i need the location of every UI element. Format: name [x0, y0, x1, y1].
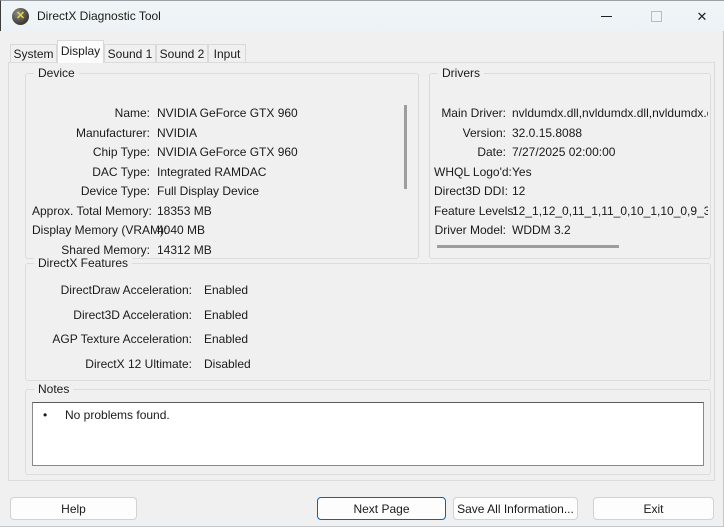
device-row: Chip Type: NVIDIA GeForce GTX 960: [32, 143, 414, 163]
device-row: Manufacturer: NVIDIA: [32, 124, 414, 144]
device-fields: Name: NVIDIA GeForce GTX 960 Manufacturer…: [32, 104, 414, 260]
device-group: Device Name:NVIDIA GeForce GTX 960 Manuf…: [25, 73, 419, 259]
device-row: Name: NVIDIA GeForce GTX 960: [32, 104, 414, 124]
notes-group: Notes • No problems found.: [25, 389, 711, 475]
field-value: 14312 MB: [157, 241, 212, 261]
field-value: Integrated RAMDAC: [157, 163, 266, 183]
features-row: DirectX 12 Ultimate: Disabled: [32, 352, 704, 377]
features-fields: DirectDraw Acceleration: Enabled Direct3D…: [32, 278, 704, 376]
field-value: WDDM 3.2: [512, 221, 708, 241]
field-value: NVIDIA GeForce GTX 960: [157, 104, 298, 124]
field-label: Name:: [32, 104, 150, 124]
tab-sound-2[interactable]: Sound 2: [156, 44, 208, 62]
field-value: nvldumdx.dll,nvldumdx.dll,nvldumdx.d: [512, 104, 708, 124]
device-group-title: Device: [34, 66, 79, 80]
field-value: Disabled: [204, 352, 251, 377]
exit-button[interactable]: Exit: [593, 497, 714, 520]
device-row: Display Memory (VRAM): 4040 MB: [32, 221, 414, 241]
field-value: Yes: [512, 163, 708, 183]
field-label: Display Memory (VRAM):: [32, 221, 150, 241]
drivers-row: Feature Levels: 12_1,12_0,11_1,11_0,10_1,…: [434, 202, 708, 222]
drivers-group-title: Drivers: [438, 66, 484, 80]
field-value: Enabled: [204, 278, 248, 303]
field-label: Device Type:: [32, 182, 150, 202]
tab-system[interactable]: System: [10, 44, 57, 62]
tab-bar: System Display Sound 1 Sound 2 Input: [0, 40, 724, 63]
drivers-row: Date: 7/27/2025 02:00:00: [434, 143, 708, 163]
field-label: AGP Texture Acceleration:: [32, 327, 192, 352]
dxdiag-window: { "window": { "title": "DirectX Diagnost…: [0, 0, 724, 527]
drivers-row: WHQL Logo'd: Yes: [434, 163, 708, 183]
drivers-row: Version: 32.0.15.8088: [434, 124, 708, 144]
notes-group-title: Notes: [34, 382, 73, 396]
field-label: Driver Model:: [434, 221, 506, 241]
device-row: Device Type: Full Display Device: [32, 182, 414, 202]
drivers-horizontal-scrollbar-thumb[interactable]: [437, 245, 619, 248]
help-button[interactable]: Help: [10, 497, 137, 520]
tab-input[interactable]: Input: [208, 44, 246, 62]
drivers-group: Drivers Main Driver:nvldumdx.dll,nvldumd…: [429, 73, 711, 259]
field-value: 4040 MB: [157, 221, 205, 241]
field-label: DAC Type:: [32, 163, 150, 183]
field-label: Main Driver:: [434, 104, 506, 124]
minimize-button[interactable]: [584, 1, 628, 32]
features-row: DirectDraw Acceleration: Enabled: [32, 278, 704, 303]
note-text: No problems found.: [65, 407, 170, 423]
display-tab-panel: Device Name: NVIDIA GeForce GTX 960 Manuf…: [8, 62, 715, 481]
tab-sound-1[interactable]: Sound 1: [104, 44, 156, 62]
field-value: NVIDIA: [157, 124, 197, 144]
field-value: Enabled: [204, 327, 248, 352]
field-label: Manufacturer:: [32, 124, 150, 144]
field-value: 12_1,12_0,11_1,11_0,10_1,10_0,9_3: [512, 202, 708, 222]
directx-features-group: DirectX Features DirectDraw Acceleration…: [25, 263, 711, 381]
close-button[interactable]: ✕: [680, 1, 724, 32]
notes-textbox: • No problems found.: [32, 402, 704, 466]
field-label: Chip Type:: [32, 143, 150, 163]
drivers-row: Main Driver: nvldumdx.dll,nvldumdx.dll,nv…: [434, 104, 708, 124]
field-value: 7/27/2025 02:00:00: [512, 143, 708, 163]
bullet-icon: •: [43, 407, 47, 423]
field-value: Full Display Device: [157, 182, 259, 202]
tab-display[interactable]: Display: [57, 40, 104, 63]
features-group-title: DirectX Features: [34, 256, 132, 270]
device-row: DAC Type: Integrated RAMDAC: [32, 163, 414, 183]
drivers-row: Direct3D DDI: 12: [434, 182, 708, 202]
maximize-icon: [651, 11, 662, 22]
field-value: 18353 MB: [157, 202, 212, 222]
minimize-icon: [601, 16, 612, 17]
field-label: Direct3D DDI:: [434, 182, 506, 202]
features-row: AGP Texture Acceleration: Enabled: [32, 327, 704, 352]
maximize-button[interactable]: [634, 1, 678, 32]
device-vertical-scrollbar-thumb[interactable]: [404, 105, 407, 189]
drivers-fields: Main Driver: nvldumdx.dll,nvldumdx.dll,nv…: [434, 104, 708, 241]
save-all-information-button[interactable]: Save All Information...: [453, 497, 578, 520]
field-label: DirectX 12 Ultimate:: [32, 352, 192, 377]
directx-x-glyph: ✕: [16, 11, 25, 22]
drivers-row: Driver Model: WDDM 3.2: [434, 221, 708, 241]
titlebar: ✕ DirectX Diagnostic Tool ✕: [0, 0, 724, 31]
field-value: 32.0.15.8088: [512, 124, 708, 144]
field-label: Date:: [434, 143, 506, 163]
field-label: Approx. Total Memory:: [32, 202, 150, 222]
field-label: Feature Levels:: [434, 202, 506, 222]
features-row: Direct3D Acceleration: Enabled: [32, 303, 704, 328]
window-title: DirectX Diagnostic Tool: [37, 1, 161, 32]
next-page-button[interactable]: Next Page: [317, 497, 446, 520]
close-icon: ✕: [697, 10, 708, 23]
field-label: DirectDraw Acceleration:: [32, 278, 192, 303]
field-value: 12: [512, 182, 708, 202]
directx-logo-icon: ✕: [12, 8, 29, 25]
field-value: Enabled: [204, 303, 248, 328]
field-value: NVIDIA GeForce GTX 960: [157, 143, 298, 163]
field-label: WHQL Logo'd:: [434, 163, 506, 183]
field-label: Direct3D Acceleration:: [32, 303, 192, 328]
device-row: Approx. Total Memory: 18353 MB: [32, 202, 414, 222]
field-label: Version:: [434, 124, 506, 144]
